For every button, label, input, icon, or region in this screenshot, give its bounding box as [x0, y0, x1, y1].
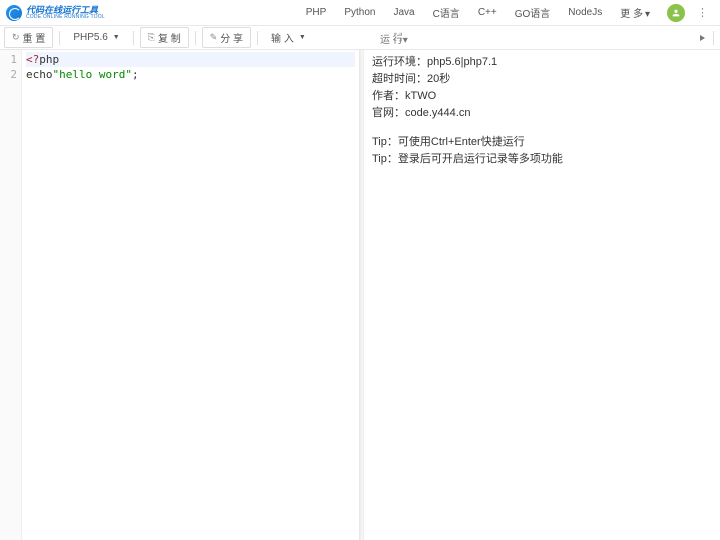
output-panel: 运行环境：php5.6|php7.1 超时时间：20秒 作者：kTWO 官网：c… [364, 50, 720, 540]
timeout-label: 超时时间： [372, 73, 427, 85]
env-value: php5.6|php7.1 [427, 56, 497, 68]
tip-label: Tip： [372, 136, 398, 148]
nav-php[interactable]: PHP [297, 7, 336, 18]
nav-cpp[interactable]: C++ [469, 7, 506, 18]
play-icon [700, 35, 705, 41]
tip-label: Tip： [372, 153, 398, 165]
avatar[interactable] [667, 4, 685, 22]
top-bar: 代码在线运行工具 CODE ONLINE RUNNING TOOL PHP Py… [0, 0, 720, 26]
fullscreen-icon[interactable]: ⛶ [388, 32, 408, 45]
line-gutter: 1 2 [0, 50, 22, 540]
nav-python[interactable]: Python [335, 7, 384, 18]
language-nav: PHP Python Java C语言 C++ GO语言 NodeJs 更 多▾ [297, 5, 659, 20]
nav-go[interactable]: GO语言 [506, 5, 560, 20]
share-icon: ✎ [210, 32, 218, 43]
version-select[interactable]: PHP5.6▼ [66, 30, 126, 45]
env-label: 运行环境： [372, 56, 427, 68]
site-label: 官网： [372, 107, 405, 119]
code-area[interactable]: <?php echo"hello word"; [22, 50, 359, 540]
author-value: kTWO [405, 90, 436, 102]
nav-more[interactable]: 更 多▾ [611, 5, 659, 20]
main-split: 1 2 <?php echo"hello word"; 运行环境：php5.6|… [0, 50, 720, 540]
copy-icon: ⎘ [148, 32, 155, 43]
divider [195, 31, 196, 45]
divider [257, 31, 258, 45]
nav-java[interactable]: Java [384, 7, 423, 18]
chevron-down-icon: ▾ [645, 9, 650, 20]
more-menu-icon[interactable]: ⋮ [691, 6, 714, 19]
run-button-left[interactable] [692, 33, 707, 43]
timeout-value: 20秒 [427, 73, 450, 85]
nav-nodejs[interactable]: NodeJs [559, 7, 611, 18]
divider [59, 31, 60, 45]
site-value: code.y444.cn [405, 107, 470, 119]
toolbar: ↻重 置 PHP5.6▼ ⎘复 制 ✎分 享 输 入▼ [0, 26, 720, 50]
code-editor[interactable]: 1 2 <?php echo"hello word"; [0, 50, 360, 540]
user-icon [671, 8, 681, 18]
logo-icon [6, 5, 22, 21]
chevron-down-icon: ▼ [113, 34, 120, 41]
share-button[interactable]: ✎分 享 [202, 27, 251, 48]
logo-title-en: CODE ONLINE RUNNING TOOL [26, 15, 105, 20]
reset-icon: ↻ [12, 32, 20, 43]
author-label: 作者： [372, 90, 405, 102]
input-button[interactable]: 输 入▼ [264, 28, 313, 47]
output-header: 运 行▾ ⛶ [372, 26, 416, 50]
reset-button[interactable]: ↻重 置 [4, 27, 53, 48]
logo[interactable]: 代码在线运行工具 CODE ONLINE RUNNING TOOL [6, 5, 105, 21]
chevron-down-icon: ▼ [299, 34, 306, 41]
divider [133, 31, 134, 45]
nav-c[interactable]: C语言 [424, 5, 469, 20]
tip-text: 登录后可开启运行记录等多项功能 [398, 153, 563, 165]
divider [713, 31, 714, 45]
copy-button[interactable]: ⎘复 制 [140, 27, 189, 48]
tip-text: 可使用Ctrl+Enter快捷运行 [398, 136, 525, 148]
